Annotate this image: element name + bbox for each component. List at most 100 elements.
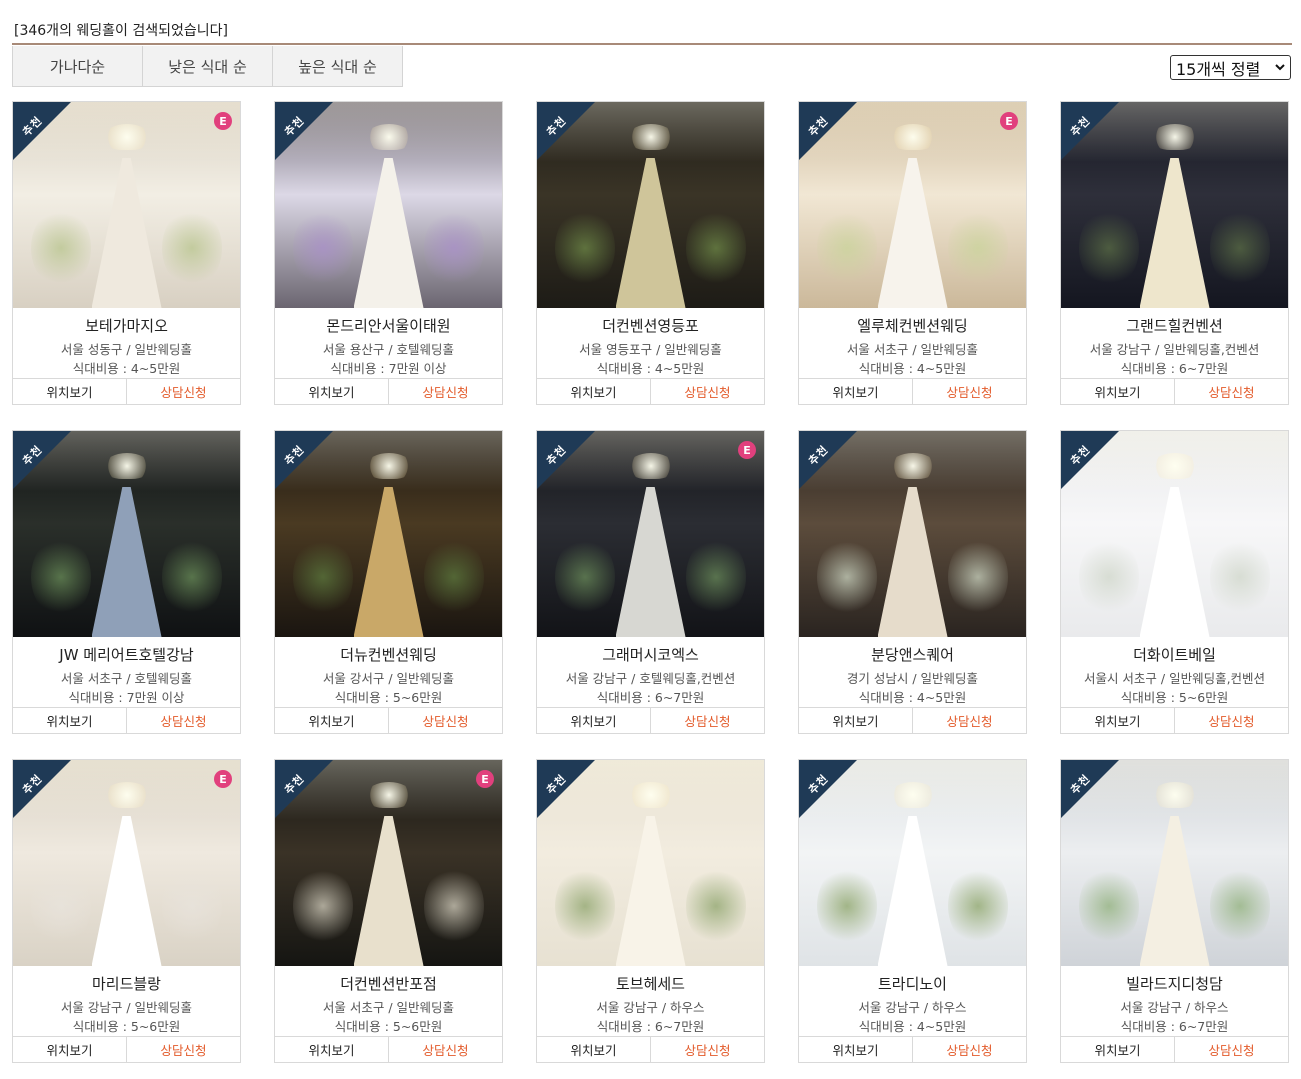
venue-card[interactable]: 추천 그랜드힐컨벤션 서울 강남구 / 일반웨딩홀,컨벤션 식대비용 : 6~7…	[1060, 101, 1289, 405]
venue-name[interactable]: 더화이트베일	[1061, 644, 1288, 665]
view-location-button[interactable]: 위치보기	[13, 708, 127, 733]
consult-request-button[interactable]: 상담신청	[389, 379, 502, 404]
view-location-button[interactable]: 위치보기	[13, 1037, 127, 1062]
venue-card[interactable]: 추천 E 보테가마지오 서울 성동구 / 일반웨딩홀 식대비용 : 4~5만원 …	[12, 101, 241, 405]
consult-request-button[interactable]: 상담신청	[913, 708, 1026, 733]
venue-photo[interactable]: 추천	[537, 102, 764, 308]
consult-request-button[interactable]: 상담신청	[389, 1037, 502, 1062]
venue-photo[interactable]: 추천	[275, 431, 502, 637]
view-location-button[interactable]: 위치보기	[275, 1037, 389, 1062]
venue-photo[interactable]: 추천 E	[799, 102, 1026, 308]
venue-actions: 위치보기 상담신청	[799, 707, 1026, 733]
venue-card[interactable]: 추천 더뉴컨벤션웨딩 서울 강서구 / 일반웨딩홀 식대비용 : 5~6만원 위…	[274, 430, 503, 734]
venue-name[interactable]: 보테가마지오	[13, 315, 240, 336]
venue-name[interactable]: 마리드블랑	[13, 973, 240, 994]
venue-cost: 식대비용 : 4~5만원	[72, 361, 181, 376]
venue-photo[interactable]: 추천	[799, 431, 1026, 637]
consult-request-button[interactable]: 상담신청	[127, 708, 240, 733]
venue-photo[interactable]: 추천	[13, 431, 240, 637]
sort-tabs: 가나다순 낮은 식대 순 높은 식대 순	[12, 46, 403, 87]
venue-photo[interactable]: 추천	[799, 760, 1026, 966]
venue-photo[interactable]: 추천	[275, 102, 502, 308]
page-size-select-value: 15개씩 정렬	[1176, 59, 1261, 79]
venue-location: 서울 영등포구 / 일반웨딩홀	[579, 342, 722, 357]
sort-tab-low-cost[interactable]: 낮은 식대 순	[142, 46, 273, 87]
venue-card[interactable]: 추천 빌라드지디청담 서울 강남구 / 하우스 식대비용 : 6~7만원 위치보…	[1060, 759, 1289, 1063]
view-location-button[interactable]: 위치보기	[13, 379, 127, 404]
consult-request-button[interactable]: 상담신청	[651, 708, 764, 733]
venue-location: 서울 서초구 / 호텔웨딩홀	[60, 671, 193, 686]
venue-actions: 위치보기 상담신청	[799, 378, 1026, 404]
venue-photo[interactable]: 추천	[537, 760, 764, 966]
consult-request-button[interactable]: 상담신청	[913, 1037, 1026, 1062]
venue-location: 서울시 서초구 / 일반웨딩홀,컨벤션	[1083, 671, 1266, 686]
consult-request-button[interactable]: 상담신청	[1175, 1037, 1288, 1062]
venue-actions: 위치보기 상담신청	[275, 707, 502, 733]
venue-card[interactable]: 추천 더컨벤션영등포 서울 영등포구 / 일반웨딩홀 식대비용 : 4~5만원 …	[536, 101, 765, 405]
view-location-button[interactable]: 위치보기	[1061, 1037, 1175, 1062]
consult-request-button[interactable]: 상담신청	[127, 1037, 240, 1062]
consult-request-button[interactable]: 상담신청	[1175, 708, 1288, 733]
venue-name[interactable]: 엘루체컨벤션웨딩	[799, 315, 1026, 336]
venue-card[interactable]: 추천 몬드리안서울이태원 서울 용산구 / 호텔웨딩홀 식대비용 : 7만원 이…	[274, 101, 503, 405]
venue-card[interactable]: 추천 분당앤스퀘어 경기 성남시 / 일반웨딩홀 식대비용 : 4~5만원 위치…	[798, 430, 1027, 734]
venue-photo[interactable]: 추천 E	[13, 102, 240, 308]
sort-tab-alphabetical[interactable]: 가나다순	[12, 46, 143, 87]
view-location-button[interactable]: 위치보기	[537, 1037, 651, 1062]
venue-card[interactable]: 추천 E 엘루체컨벤션웨딩 서울 서초구 / 일반웨딩홀 식대비용 : 4~5만…	[798, 101, 1027, 405]
venue-cost: 식대비용 : 7만원 이상	[330, 361, 447, 376]
sort-tab-high-cost[interactable]: 높은 식대 순	[272, 46, 403, 87]
event-badge: E	[214, 770, 232, 788]
venue-card[interactable]: 추천 트라디노이 서울 강남구 / 하우스 식대비용 : 4~5만원 위치보기 …	[798, 759, 1027, 1063]
venue-actions: 위치보기 상담신청	[537, 707, 764, 733]
venue-cost: 식대비용 : 5~6만원	[334, 690, 443, 705]
venue-photo[interactable]: 추천	[1061, 431, 1288, 637]
venue-name[interactable]: 분당앤스퀘어	[799, 644, 1026, 665]
consult-request-button[interactable]: 상담신청	[913, 379, 1026, 404]
venue-card[interactable]: 추천 E 더컨벤션반포점 서울 서초구 / 일반웨딩홀 식대비용 : 5~6만원…	[274, 759, 503, 1063]
venue-photo[interactable]: 추천 E	[13, 760, 240, 966]
venue-name[interactable]: 토브헤세드	[537, 973, 764, 994]
venue-name[interactable]: 트라디노이	[799, 973, 1026, 994]
venue-actions: 위치보기 상담신청	[13, 1036, 240, 1062]
page-size-select[interactable]: 15개씩 정렬	[1170, 55, 1291, 80]
venue-card[interactable]: 추천 E 그래머시코엑스 서울 강남구 / 호텔웨딩홀,컨벤션 식대비용 : 6…	[536, 430, 765, 734]
consult-request-button[interactable]: 상담신청	[651, 379, 764, 404]
venue-card[interactable]: 추천 JW 메리어트호텔강남 서울 서초구 / 호텔웨딩홀 식대비용 : 7만원…	[12, 430, 241, 734]
venue-photo[interactable]: 추천	[1061, 760, 1288, 966]
event-badge: E	[1000, 112, 1018, 130]
view-location-button[interactable]: 위치보기	[537, 379, 651, 404]
venue-photo[interactable]: 추천 E	[275, 760, 502, 966]
venue-name[interactable]: 그래머시코엑스	[537, 644, 764, 665]
view-location-button[interactable]: 위치보기	[275, 379, 389, 404]
consult-request-button[interactable]: 상담신청	[389, 708, 502, 733]
view-location-button[interactable]: 위치보기	[1061, 379, 1175, 404]
venue-name[interactable]: 몬드리안서울이태원	[275, 315, 502, 336]
venue-name[interactable]: JW 메리어트호텔강남	[13, 644, 240, 665]
venue-card[interactable]: 추천 E 마리드블랑 서울 강남구 / 일반웨딩홀 식대비용 : 5~6만원 위…	[12, 759, 241, 1063]
venue-cost: 식대비용 : 6~7만원	[1120, 1019, 1229, 1034]
consult-request-button[interactable]: 상담신청	[651, 1037, 764, 1062]
venue-name[interactable]: 그랜드힐컨벤션	[1061, 315, 1288, 336]
view-location-button[interactable]: 위치보기	[275, 708, 389, 733]
venue-photo[interactable]: 추천 E	[537, 431, 764, 637]
venue-photo[interactable]: 추천	[1061, 102, 1288, 308]
venue-card[interactable]: 추천 더화이트베일 서울시 서초구 / 일반웨딩홀,컨벤션 식대비용 : 5~6…	[1060, 430, 1289, 734]
venue-name[interactable]: 더컨벤션반포점	[275, 973, 502, 994]
venue-cost: 식대비용 : 4~5만원	[596, 361, 705, 376]
venue-name[interactable]: 더뉴컨벤션웨딩	[275, 644, 502, 665]
view-location-button[interactable]: 위치보기	[799, 708, 913, 733]
venue-name[interactable]: 더컨벤션영등포	[537, 315, 764, 336]
view-location-button[interactable]: 위치보기	[1061, 708, 1175, 733]
venue-location: 서울 강남구 / 일반웨딩홀	[60, 1000, 193, 1015]
view-location-button[interactable]: 위치보기	[799, 379, 913, 404]
venue-card[interactable]: 추천 토브헤세드 서울 강남구 / 하우스 식대비용 : 6~7만원 위치보기 …	[536, 759, 765, 1063]
venue-actions: 위치보기 상담신청	[275, 1036, 502, 1062]
view-location-button[interactable]: 위치보기	[537, 708, 651, 733]
consult-request-button[interactable]: 상담신청	[127, 379, 240, 404]
consult-request-button[interactable]: 상담신청	[1175, 379, 1288, 404]
venue-location: 서울 서초구 / 일반웨딩홀	[322, 1000, 455, 1015]
venue-name[interactable]: 빌라드지디청담	[1061, 973, 1288, 994]
view-location-button[interactable]: 위치보기	[799, 1037, 913, 1062]
venue-cost: 식대비용 : 6~7만원	[596, 690, 705, 705]
